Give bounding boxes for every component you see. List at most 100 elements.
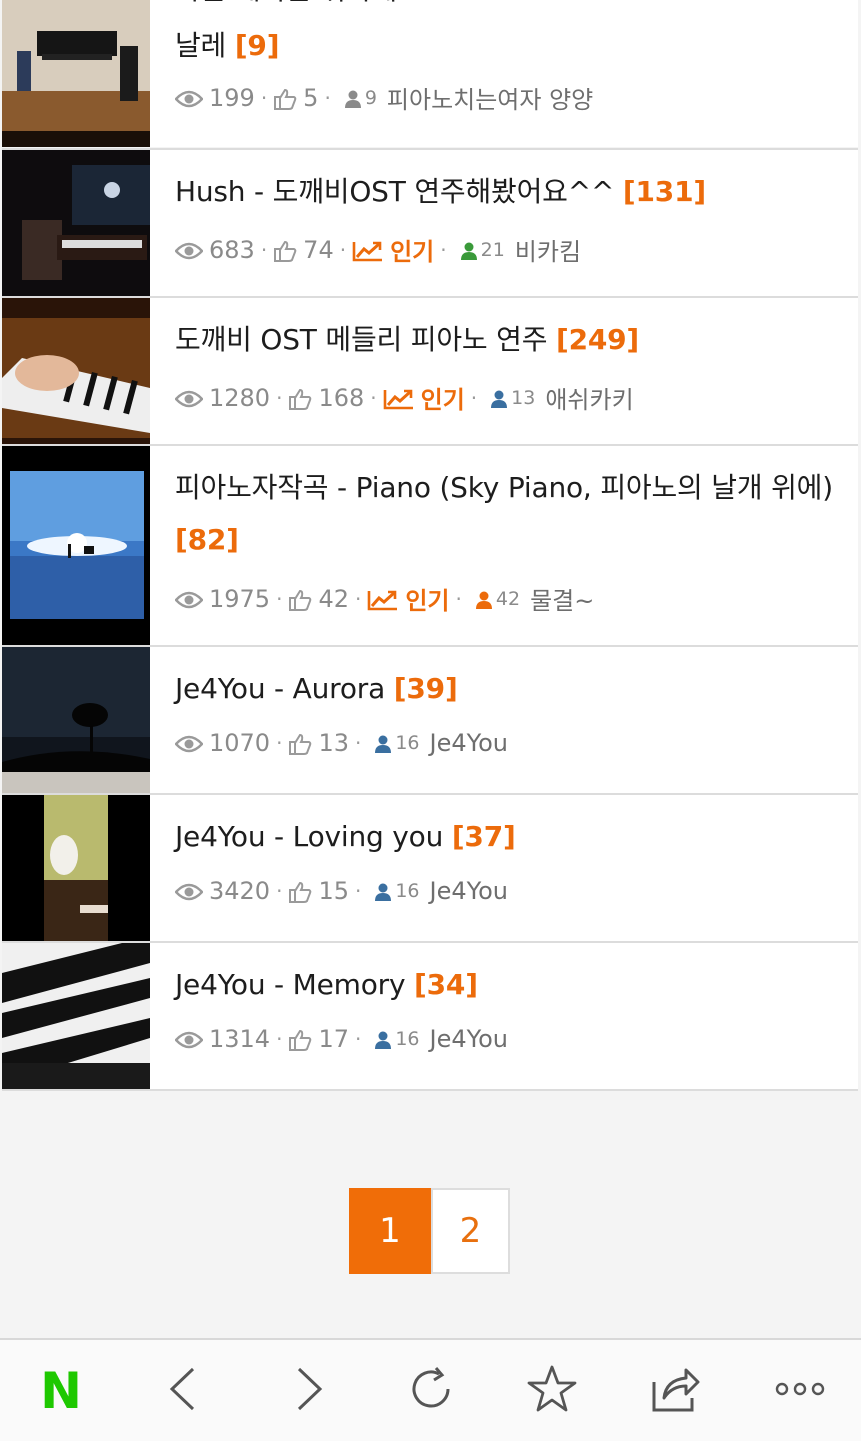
eye-icon	[175, 84, 203, 112]
list-item[interactable]: 자른 제목은 위쪽에 · 날레 [9] 199 · 5 · 9 피아노치는여자 …	[2, 0, 858, 147]
share-icon	[648, 1364, 702, 1418]
like-count: 5	[303, 83, 319, 112]
comment-count: [39]	[393, 672, 458, 705]
thumbnail	[2, 795, 150, 941]
naver-logo-icon: N	[40, 1361, 82, 1420]
user-icon	[460, 236, 477, 264]
author-post-count: 21	[480, 238, 505, 261]
author-post-count: 13	[511, 386, 536, 409]
author-post-count: 16	[395, 880, 420, 902]
user-icon	[375, 877, 392, 905]
back-button[interactable]	[150, 1340, 214, 1441]
browser-toolbar: N	[0, 1338, 861, 1441]
like-count: 168	[318, 383, 365, 412]
more-menu-button[interactable]	[768, 1340, 832, 1441]
eye-icon	[175, 1025, 203, 1053]
comment-count: [249]	[555, 323, 640, 356]
post-title[interactable]: Je4You - Aurora	[175, 672, 385, 705]
list-item[interactable]: 피아노자작곡 - Piano (Sky Piano, 피아노의 날개 위에) […	[2, 444, 858, 645]
author-post-count: 42	[495, 587, 521, 610]
list-item[interactable]: Je4You - Memory [34] 1314 · 17 · 16 Je4Y…	[2, 941, 858, 1091]
eye-icon	[175, 236, 203, 264]
thumbnail	[2, 943, 150, 1089]
comment-count: [131]	[622, 175, 706, 208]
post-title[interactable]: Je4You - Loving you	[175, 820, 443, 853]
author-name[interactable]: 비카킴	[515, 232, 581, 267]
user-icon	[375, 1025, 392, 1053]
like-count: 74	[303, 235, 334, 264]
eye-icon	[175, 585, 203, 613]
author-post-count: 9	[364, 86, 377, 109]
trending-icon	[352, 236, 390, 264]
trending-icon	[367, 585, 405, 613]
author-name[interactable]: Je4You	[430, 1025, 508, 1053]
like-count: 17	[318, 1025, 349, 1053]
post-title[interactable]: 날레	[175, 29, 226, 62]
thumbnail	[2, 647, 150, 793]
comment-count: [9]	[234, 29, 280, 62]
star-icon	[526, 1364, 578, 1418]
view-count: 1314	[209, 1025, 271, 1053]
thumbs-up-icon	[288, 1025, 312, 1053]
list-item[interactable]: Je4You - Loving you [37] 3420 · 15 · 16 …	[2, 793, 858, 941]
like-count: 42	[318, 584, 349, 613]
user-icon	[491, 384, 508, 412]
user-icon	[344, 84, 361, 112]
like-count: 13	[318, 729, 349, 757]
eye-icon	[175, 384, 203, 412]
post-title[interactable]: 피아노자작곡 - Piano (Sky Piano, 피아노의 날개 위에)	[175, 471, 833, 504]
thumbnail	[2, 446, 150, 645]
author-post-count: 16	[395, 1028, 420, 1050]
user-icon	[475, 585, 492, 613]
view-count: 1280	[209, 383, 271, 412]
forward-button[interactable]	[278, 1340, 342, 1441]
refresh-icon	[406, 1364, 456, 1418]
comment-count: [37]	[451, 820, 516, 853]
author-name[interactable]: Je4You	[430, 877, 508, 905]
view-count: 1070	[209, 729, 271, 757]
like-count: 15	[318, 877, 349, 905]
popular-badge: 인기	[383, 380, 465, 415]
popular-badge: 인기	[352, 232, 434, 267]
thumbs-up-icon	[273, 236, 297, 264]
chevron-left-icon	[167, 1366, 197, 1416]
naver-home-button[interactable]: N	[24, 1340, 98, 1441]
chevron-right-icon	[295, 1366, 325, 1416]
author-name[interactable]: Je4You	[430, 729, 508, 757]
list-item[interactable]: 도깨비 OST 메들리 피아노 연주 [249] 1280 · 168 · 인기…	[2, 296, 858, 444]
user-icon	[375, 729, 392, 757]
view-count: 199	[209, 83, 255, 112]
trending-icon	[383, 384, 421, 412]
more-dots-icon	[774, 1381, 826, 1401]
list-item[interactable]: Je4You - Aurora [39] 1070 · 13 · 16 Je4Y…	[2, 645, 858, 793]
popular-badge: 인기	[367, 581, 450, 616]
thumbs-up-icon	[288, 877, 312, 905]
author-name[interactable]: 피아노치는여자 양양	[387, 80, 593, 115]
view-count: 683	[209, 235, 255, 264]
list-item[interactable]: Hush - 도깨비OST 연주해봤어요^^ [131] 683 · 74 · …	[2, 148, 858, 296]
page-2-button[interactable]: 2	[431, 1188, 510, 1274]
refresh-button[interactable]	[399, 1340, 463, 1441]
eye-icon	[175, 729, 203, 757]
author-name[interactable]: 애쉬카키	[545, 380, 633, 415]
thumbs-up-icon	[288, 729, 312, 757]
thumbnail	[2, 298, 150, 444]
share-button[interactable]	[643, 1340, 707, 1441]
author-post-count: 16	[395, 732, 420, 754]
thumbs-up-icon	[288, 585, 312, 613]
thumbs-up-icon	[273, 84, 297, 112]
thumbnail	[2, 0, 150, 147]
post-title[interactable]: Hush - 도깨비OST 연주해봤어요^^	[175, 175, 614, 208]
thumbnail	[2, 150, 150, 296]
view-count: 3420	[209, 877, 271, 905]
bookmark-button[interactable]	[520, 1340, 584, 1441]
author-name[interactable]: 물결~	[530, 581, 594, 616]
thumbs-up-icon	[288, 384, 312, 412]
view-count: 1975	[209, 584, 271, 613]
comment-count: [34]	[414, 968, 478, 1001]
post-title[interactable]: Je4You - Memory	[175, 968, 406, 1001]
post-title[interactable]: 도깨비 OST 메들리 피아노 연주	[175, 323, 547, 356]
pagination: 1 2	[349, 1188, 510, 1274]
comment-count: [82]	[175, 523, 239, 556]
page-1-button[interactable]: 1	[349, 1188, 431, 1274]
